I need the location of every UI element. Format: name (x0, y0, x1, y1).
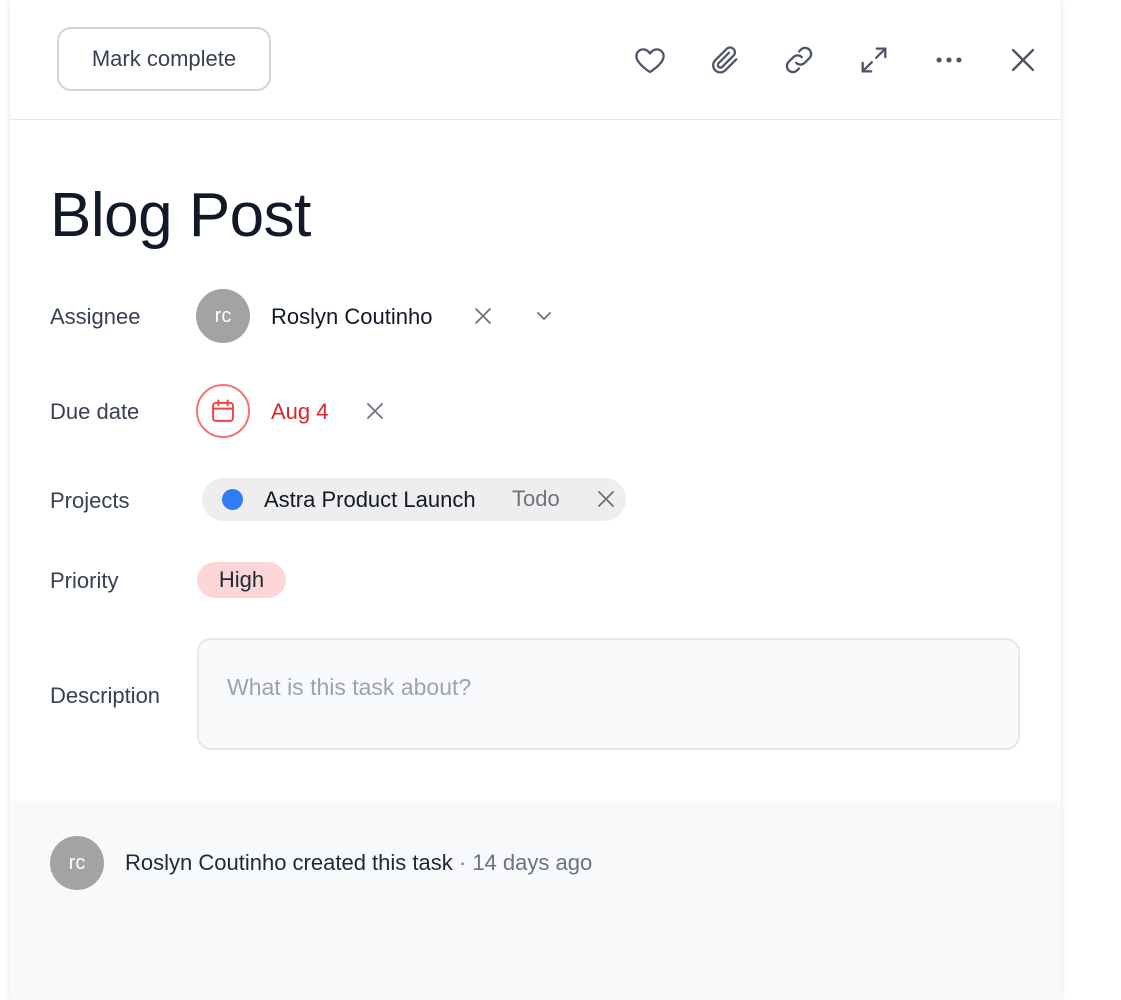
description-input[interactable] (197, 638, 1020, 750)
due-date-value[interactable]: Aug 4 (271, 399, 329, 425)
expand-button[interactable] (854, 40, 894, 80)
assignee-avatar[interactable]: rc (196, 289, 250, 343)
close-panel-button[interactable] (1003, 40, 1043, 80)
task-title[interactable]: Blog Post (50, 180, 311, 251)
activity-actor[interactable]: Roslyn Coutinho (125, 850, 286, 875)
activity-entry: Roslyn Coutinho created this task · 14 d… (125, 850, 592, 876)
link-icon (785, 46, 813, 74)
project-chip[interactable]: Astra Product Launch Todo (202, 478, 626, 521)
close-icon (1011, 48, 1035, 72)
projects-label: Projects (50, 488, 130, 513)
assignee-name[interactable]: Roslyn Coutinho (271, 304, 432, 330)
expand-icon (861, 47, 887, 73)
task-detail-panel: Mark complete Blog Post Assignee rc Rosl… (10, 0, 1061, 1000)
more-options-button[interactable] (929, 40, 969, 80)
priority-badge[interactable]: High (197, 562, 286, 598)
clear-due-date-icon[interactable] (363, 399, 387, 423)
calendar-icon (212, 399, 234, 422)
activity-separator: · (452, 850, 473, 875)
paperclip-icon (712, 46, 738, 74)
copy-link-button[interactable] (779, 40, 819, 80)
remove-assignee-icon[interactable] (471, 304, 495, 328)
activity-avatar[interactable]: rc (50, 836, 104, 890)
priority-label: Priority (50, 568, 119, 593)
due-date-picker-button[interactable] (196, 384, 250, 438)
mark-complete-button[interactable]: Mark complete (57, 27, 271, 91)
project-color-dot (222, 489, 243, 510)
like-button[interactable] (630, 40, 670, 80)
assignee-label: Assignee (50, 304, 141, 329)
project-name[interactable]: Astra Product Launch (264, 487, 476, 513)
more-icon (936, 57, 962, 63)
chevron-down-icon[interactable] (532, 304, 556, 328)
remove-project-icon[interactable] (594, 487, 618, 511)
activity-time: 14 days ago (472, 850, 593, 875)
description-label: Description (50, 683, 161, 708)
due-date-label: Due date (50, 399, 140, 424)
project-section-status[interactable]: Todo (512, 486, 560, 512)
heart-icon (635, 48, 665, 74)
activity-action: created this task (286, 850, 453, 875)
activity-feed: rc Roslyn Coutinho created this task · 1… (10, 801, 1061, 1000)
attach-button[interactable] (705, 40, 745, 80)
task-toolbar: Mark complete (10, 0, 1061, 120)
